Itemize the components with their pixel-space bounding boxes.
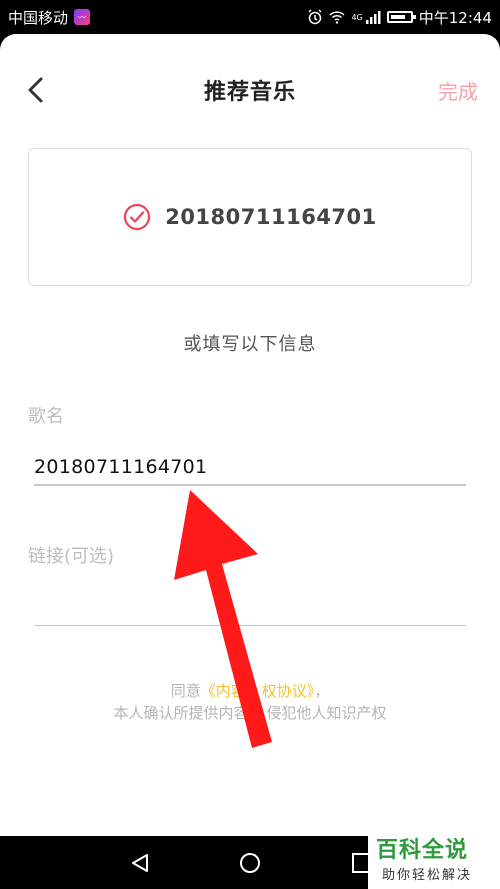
signal-icon [365,11,381,24]
agreement-link-tail: 权协议》 [261,682,315,700]
selected-music-card[interactable]: 20180711164701 [28,148,472,286]
nav-home-icon[interactable] [238,851,262,875]
link-input[interactable] [34,590,466,626]
watermark-subtitle: 助你轻松解决 [382,868,473,883]
agreement-suffix: ， [314,682,330,700]
done-button[interactable]: 完成 [438,76,478,105]
header: 推荐音乐 完成 [0,34,500,146]
status-left: 中国移动 〰 [8,7,91,28]
song-name-input[interactable]: 20180711164701 [34,452,466,486]
check-circle-icon [124,203,151,231]
agreement-line-2: 本人确认所提供内容 侵犯他人知识产权 [0,702,500,724]
network-type: 4G [351,12,363,22]
battery-icon [386,11,416,23]
agreement-link[interactable]: 《内容 权协议》 [201,682,315,700]
or-fill-label: 或填写以下信息 [183,334,317,355]
status-time: 中午12:44 [418,8,492,27]
carrier-name: 中国移动 [8,8,69,27]
page-title: 推荐音乐 [203,80,296,105]
agreement-line2-b: 侵犯他人知识产权 [266,704,387,722]
agreement-link-head: 《内容 [200,682,246,700]
agreement-line-1: 同意《内容 权协议》， [0,680,500,702]
alarm-icon [308,9,322,25]
song-name-label: 歌名 [28,406,64,427]
selected-music-name: 20180711164701 [165,205,377,229]
link-label: 链接(可选) [28,546,115,567]
nav-back-icon[interactable] [128,851,152,875]
watermark-title: 百科全说 [376,838,469,863]
song-name-value: 20180711164701 [34,456,208,478]
agreement-text: 同意《内容 权协议》， 本人确认所提供内容 侵犯他人知识产权 [0,680,500,724]
status-right: 4G 中午12:44 [307,7,492,28]
watermark-logo: 百科全说 助你轻松解决 [368,828,500,889]
carrier-badge-icon: 〰 [74,9,91,25]
agreement-prefix: 同意 [170,682,201,700]
agreement-line2-a: 本人确认所提供内容 [113,704,249,722]
recommend-music-sheet: 推荐音乐 完成 20180711164701 或填写以下信息 歌名 201807… [0,34,500,836]
status-bar: 中国移动 〰 4G 中午12:44 [0,0,500,34]
wifi-icon [329,11,345,24]
